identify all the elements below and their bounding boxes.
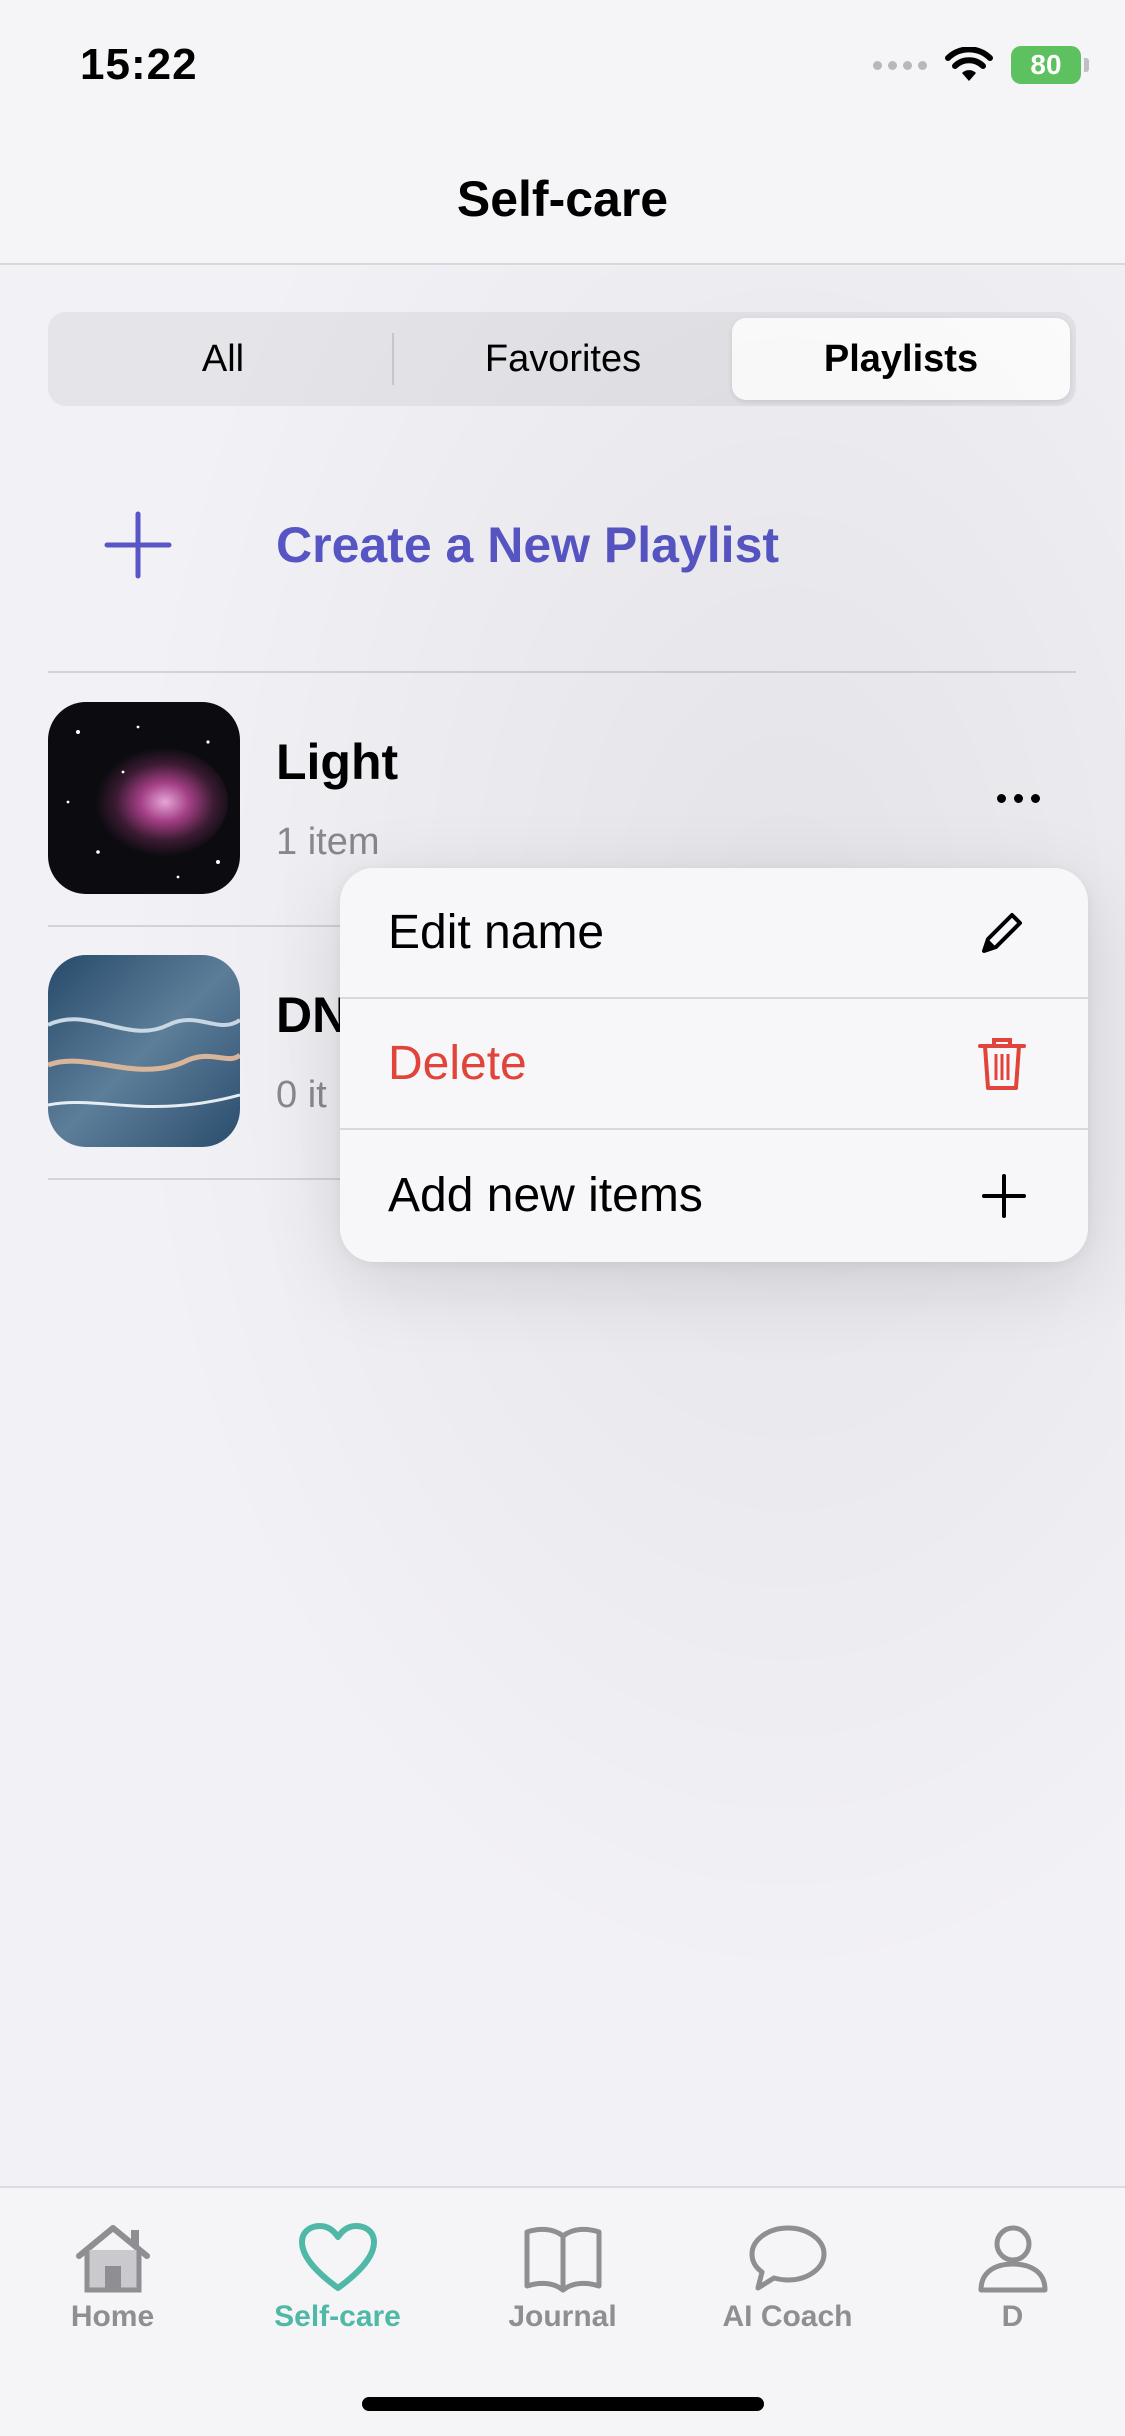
nav-bar: Self-care — [0, 140, 1125, 265]
signal-icon — [873, 60, 927, 70]
tab-playlists[interactable]: Playlists — [732, 318, 1070, 400]
divider — [48, 671, 1076, 673]
menu-item-delete[interactable]: Delete — [340, 999, 1088, 1130]
create-playlist-button[interactable]: Create a New Playlist — [48, 470, 1076, 620]
playlist-title: DN — [276, 986, 349, 1043]
battery-icon: 80 — [1011, 46, 1089, 84]
page-title: Self-care — [456, 171, 669, 227]
tab-profile[interactable]: D — [900, 2188, 1125, 2436]
playlist-count: 1 item — [276, 820, 380, 863]
tab-label: Journal — [508, 2300, 617, 2333]
tab-all[interactable]: All — [54, 318, 392, 400]
status-bar: 15:22 80 — [0, 0, 1125, 140]
playlist-item[interactable]: Light 1 item — [48, 702, 1076, 894]
tab-home[interactable]: Home — [0, 2188, 225, 2436]
create-playlist-label: Create a New Playlist — [276, 517, 780, 573]
playlist-thumbnail-nebula — [48, 702, 240, 894]
playlist-thumbnail-ocean — [48, 955, 240, 1147]
more-options-button[interactable] — [978, 763, 1058, 833]
tab-label: Self-care — [274, 2300, 401, 2333]
menu-item-edit-name[interactable]: Edit name — [340, 868, 1088, 999]
tab-favorites[interactable]: Favorites — [394, 318, 732, 400]
status-icons: 80 — [873, 46, 1089, 84]
trash-icon — [978, 1037, 1026, 1090]
plus-icon — [48, 510, 228, 580]
context-menu: Edit name Delete Add new items — [340, 868, 1088, 1262]
chat-bubble-icon — [749, 2225, 826, 2291]
menu-item-label: Edit name — [388, 906, 605, 959]
plus-icon — [982, 1173, 1026, 1218]
wifi-icon — [945, 47, 993, 81]
menu-item-add-new-items[interactable]: Add new items — [340, 1130, 1088, 1261]
house-icon — [75, 2225, 150, 2293]
pencil-icon — [982, 912, 1022, 953]
playlist-count: 0 it — [276, 1073, 327, 1116]
tab-label: Home — [70, 2300, 155, 2333]
status-time: 15:22 — [80, 40, 198, 89]
home-indicator[interactable] — [362, 2397, 764, 2411]
playlist-title: Light — [276, 733, 399, 790]
segmented-control: All Favorites Playlists — [48, 312, 1076, 406]
menu-item-label: Add new items — [388, 1169, 703, 1222]
person-icon — [978, 2225, 1047, 2293]
tab-label: AI Coach — [722, 2300, 853, 2333]
ellipsis-icon — [996, 793, 1006, 803]
battery-level: 80 — [1030, 49, 1062, 80]
book-icon — [524, 2226, 601, 2293]
menu-item-label: Delete — [388, 1037, 527, 1090]
heart-icon — [298, 2223, 377, 2291]
tab-label: D — [1001, 2300, 1024, 2333]
